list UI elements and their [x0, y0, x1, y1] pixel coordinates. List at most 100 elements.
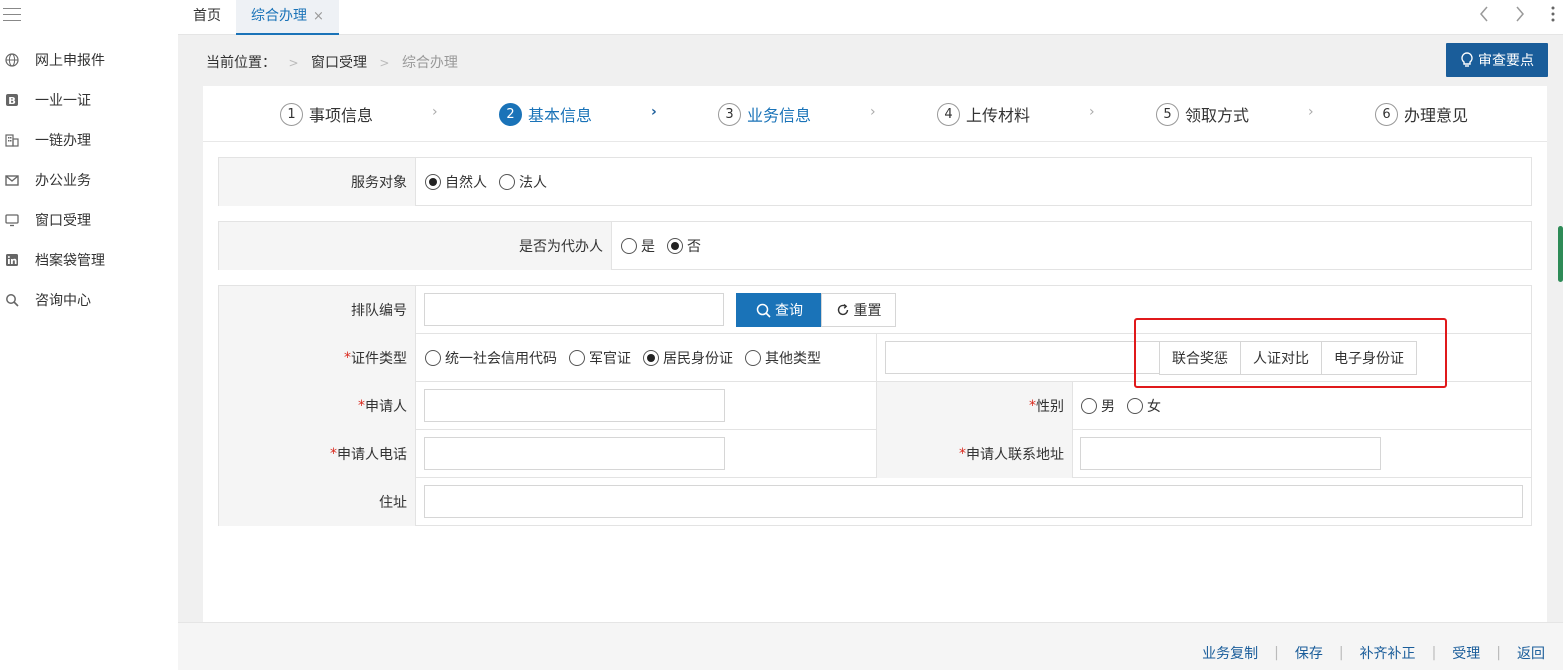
accept-button[interactable]: 受理 — [1452, 643, 1480, 663]
chevron-right-icon: › — [651, 104, 657, 120]
review-points-label: 审查要点 — [1478, 53, 1534, 69]
svg-text:B: B — [8, 96, 16, 107]
query-button[interactable]: 查询 — [736, 293, 823, 327]
step-number: 5 — [1156, 102, 1179, 126]
close-icon[interactable]: × — [313, 9, 324, 24]
step-basic-info[interactable]: 2 基本信息 — [499, 102, 592, 126]
review-points-button[interactable]: 审查要点 — [1446, 43, 1548, 77]
sidebar-item-online-declaration[interactable]: 网上申报件 — [0, 40, 178, 80]
sidebar-item-office-business[interactable]: 办公业务 — [0, 160, 178, 200]
save-button[interactable]: 保存 — [1295, 643, 1323, 663]
step-processing-opinion[interactable]: 6 办理意见 — [1375, 102, 1468, 126]
contact-address-input[interactable] — [1080, 437, 1381, 470]
label-text: 是否为代办人 — [519, 239, 603, 255]
breadcrumb-separator: > — [288, 56, 299, 70]
id-number-input[interactable] — [885, 341, 1160, 374]
sidebar-item-window-acceptance[interactable]: 窗口受理 — [0, 200, 178, 240]
agent-radio-group: 是 否 — [621, 222, 713, 270]
id-type-label: * 证件类型 — [219, 334, 416, 382]
step-pickup-method[interactable]: 5 领取方式 — [1156, 102, 1249, 126]
label-text: 排队编号 — [351, 303, 407, 319]
divider: | — [1274, 645, 1279, 661]
radio-dot — [1081, 398, 1097, 414]
step-label: 办理意见 — [1404, 106, 1469, 125]
reset-button[interactable]: 重置 — [821, 293, 896, 327]
radio-female[interactable]: 女 — [1127, 396, 1161, 416]
phone-input[interactable] — [424, 437, 725, 470]
sidebar: 网上申报件 B 一业一证 一链办理 办公业务 窗口受理 档案袋管理 咨询中心 — [0, 0, 178, 670]
step-number: 3 — [718, 102, 741, 126]
tab-comprehensive-label: 综合办理 — [251, 8, 307, 24]
lightbulb-icon — [1461, 52, 1473, 67]
scrollbar-thumb[interactable] — [1558, 226, 1563, 282]
monitor-icon — [5, 213, 19, 227]
hamburger-menu-icon[interactable] — [3, 8, 21, 22]
radio-male[interactable]: 男 — [1081, 396, 1115, 416]
chevron-left-icon[interactable] — [1478, 5, 1490, 28]
step-number: 4 — [937, 102, 960, 126]
chevron-right-icon[interactable] — [1514, 5, 1526, 28]
mail-icon — [5, 173, 19, 187]
chevron-right-icon: › — [870, 104, 876, 120]
step-business-info[interactable]: 3 业务信息 — [718, 102, 811, 126]
sidebar-item-archive-management[interactable]: 档案袋管理 — [0, 240, 178, 280]
step-indicator: 1 事项信息 › 2 基本信息 › 3 业务信息 › 4 上传材料 › 5 领取方式 › … — [203, 86, 1547, 142]
step-upload-materials[interactable]: 4 上传材料 — [937, 102, 1030, 126]
sidebar-item-chain-processing[interactable]: 一链办理 — [0, 120, 178, 160]
label-text: 住址 — [379, 495, 407, 511]
service-target-label: 服务对象 — [219, 158, 416, 206]
service-target-radio-group: 自然人 法人 — [425, 158, 559, 206]
phone-address-row: * 申请人电话 * 申请人联系地址 — [219, 430, 1531, 478]
queue-number-label: 排队编号 — [219, 286, 416, 334]
radio-agent-yes[interactable]: 是 — [621, 236, 655, 256]
radio-dot — [425, 350, 441, 366]
tab-comprehensive[interactable]: 综合办理 × — [236, 0, 339, 35]
tab-home[interactable]: 首页 — [178, 0, 236, 35]
radio-label: 法人 — [519, 175, 547, 191]
step-label: 上传材料 — [966, 106, 1031, 125]
sidebar-item-consultation-center[interactable]: 咨询中心 — [0, 280, 178, 320]
bottom-actions: 业务复制 | 保存 | 补齐补正 | 受理 | 返回 — [1202, 643, 1545, 663]
queue-number-input[interactable] — [424, 293, 724, 326]
phone-label: * 申请人电话 — [219, 430, 416, 478]
highlight-box — [1134, 318, 1447, 388]
sidebar-item-label: 办公业务 — [35, 173, 91, 189]
building-icon — [5, 133, 19, 147]
step-item-info[interactable]: 1 事项信息 — [280, 102, 373, 126]
radio-other-type[interactable]: 其他类型 — [745, 348, 821, 368]
radio-label: 居民身份证 — [663, 351, 733, 367]
radio-label: 统一社会信用代码 — [445, 351, 557, 367]
back-button[interactable]: 返回 — [1517, 643, 1545, 663]
column-divider — [876, 334, 877, 382]
divider: | — [1431, 645, 1437, 661]
breadcrumb-prefix: 当前位置： — [206, 55, 276, 71]
radio-label: 男 — [1101, 399, 1115, 415]
radio-credit-code[interactable]: 统一社会信用代码 — [425, 348, 557, 368]
sidebar-item-one-industry-one-cert[interactable]: B 一业一证 — [0, 80, 178, 120]
applicant-gender-row: * 申请人 * 性别 男 女 — [219, 382, 1531, 430]
copy-business-button[interactable]: 业务复制 — [1202, 643, 1258, 663]
radio-legal-person[interactable]: 法人 — [499, 172, 547, 192]
required-mark: * — [358, 398, 365, 414]
label-text: 证件类型 — [351, 351, 407, 367]
radio-label: 是 — [641, 239, 655, 255]
address-input[interactable] — [424, 485, 1523, 518]
supplement-correction-button[interactable]: 补齐补正 — [1360, 643, 1416, 663]
sidebar-item-label: 档案袋管理 — [35, 253, 105, 269]
radio-agent-no[interactable]: 否 — [667, 236, 701, 256]
radio-officer-id[interactable]: 军官证 — [569, 348, 631, 368]
more-vertical-icon[interactable] — [1550, 5, 1556, 28]
radio-dot — [569, 350, 585, 366]
breadcrumb-window-acceptance[interactable]: 窗口受理 — [311, 55, 367, 71]
applicant-input[interactable] — [424, 389, 725, 422]
sidebar-item-label: 窗口受理 — [35, 213, 91, 229]
radio-natural-person[interactable]: 自然人 — [425, 172, 487, 192]
radio-label: 其他类型 — [765, 351, 821, 367]
radio-resident-id[interactable]: 居民身份证 — [643, 348, 733, 368]
breadcrumb: 当前位置： > 窗口受理 > 综合办理 — [206, 52, 458, 72]
address-label: 住址 — [219, 478, 416, 526]
label-text: 申请人电话 — [337, 447, 407, 463]
label-text: 服务对象 — [351, 175, 407, 191]
required-mark: * — [330, 446, 337, 462]
radio-dot — [425, 174, 441, 190]
